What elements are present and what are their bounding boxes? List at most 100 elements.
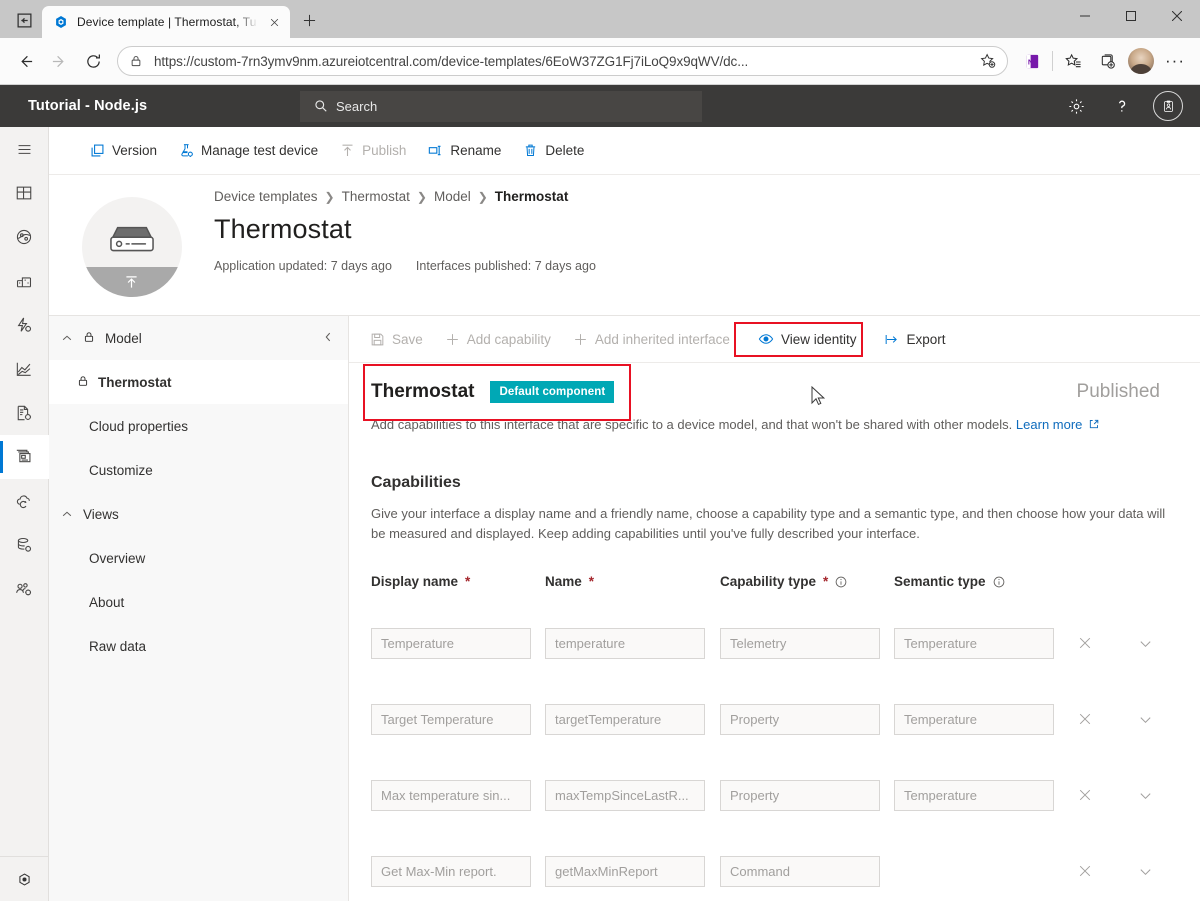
settings-more-icon[interactable]: ··· <box>1158 44 1192 78</box>
default-component-badge: Default component <box>490 381 614 403</box>
capability-type-field[interactable]: Property <box>720 780 880 811</box>
browser-tab[interactable]: Device template | Thermostat, Tu <box>42 6 290 38</box>
sidebar-item-customize-label: Customize <box>89 463 153 478</box>
chevron-down-icon <box>1138 788 1153 803</box>
sidebar-item-thermostat[interactable]: Thermostat <box>49 360 348 404</box>
capabilities-heading: Capabilities <box>371 474 1176 492</box>
device-templates-icon[interactable] <box>0 435 49 479</box>
close-icon <box>1078 712 1092 726</box>
sidebar-group-model[interactable]: Model <box>49 316 348 360</box>
search-input[interactable]: Search <box>300 91 702 122</box>
browser-tab-title: Device template | Thermostat, Tu <box>77 15 258 29</box>
manage-test-device-button[interactable]: Manage test device <box>168 134 329 168</box>
delete-row-button[interactable] <box>1054 636 1115 650</box>
profile-avatar[interactable] <box>1124 44 1158 78</box>
delete-row-button[interactable] <box>1054 864 1115 878</box>
tab-list-button[interactable] <box>6 5 42 35</box>
sidebar-group-views[interactable]: Views <box>49 492 348 536</box>
device-groups-icon[interactable] <box>0 259 49 303</box>
expand-row-button[interactable] <box>1115 864 1176 879</box>
delete-row-button[interactable] <box>1054 788 1115 802</box>
expand-row-button[interactable] <box>1115 788 1176 803</box>
delete-button[interactable]: Delete <box>512 134 595 168</box>
name-field[interactable]: maxTempSinceLastR... <box>545 780 705 811</box>
info-icon[interactable] <box>993 576 1005 588</box>
plus-icon <box>445 332 460 347</box>
add-favorite-icon[interactable] <box>975 48 1001 74</box>
users-admin-icon[interactable] <box>0 567 49 611</box>
close-icon[interactable] <box>1154 0 1200 32</box>
device-thumbnail[interactable] <box>49 189 214 297</box>
semantic-type-field[interactable]: Temperature <box>894 780 1054 811</box>
jobs-icon[interactable] <box>0 391 49 435</box>
breadcrumb-item-device-templates[interactable]: Device templates <box>214 189 318 204</box>
dashboard-icon[interactable] <box>0 171 49 215</box>
sidebar-item-about-label: About <box>89 595 124 610</box>
name-field[interactable]: targetTemperature <box>545 704 705 735</box>
breadcrumb-item-model[interactable]: Model <box>434 189 471 204</box>
column-header-capability-type: Capability type * <box>720 574 880 589</box>
display-name-field[interactable]: Max temperature sin... <box>371 780 531 811</box>
version-button[interactable]: Version <box>79 134 168 168</box>
close-icon <box>1078 864 1092 878</box>
sidebar-item-cloud-properties[interactable]: Cloud properties <box>49 404 348 448</box>
devices-icon[interactable] <box>0 215 49 259</box>
account-avatar-icon[interactable] <box>1148 85 1188 127</box>
sidebar-item-raw-data[interactable]: Raw data <box>49 624 348 668</box>
publish-status: Published <box>1077 381 1176 403</box>
help-icon[interactable] <box>1102 85 1142 127</box>
capability-type-field[interactable]: Command <box>720 856 880 887</box>
learn-more-link[interactable]: Learn more <box>1016 417 1082 432</box>
semantic-type-field[interactable]: Temperature <box>894 628 1054 659</box>
breadcrumb: Device templates ❯ Thermostat ❯ Model ❯ … <box>214 189 596 204</box>
capability-type-field[interactable]: Telemetry <box>720 628 880 659</box>
name-field[interactable]: getMaxMinReport <box>545 856 705 887</box>
hamburger-icon[interactable] <box>0 127 49 171</box>
manage-test-device-label: Manage test device <box>201 143 318 158</box>
database-icon[interactable] <box>0 523 49 567</box>
sidebar-item-overview[interactable]: Overview <box>49 536 348 580</box>
display-name-field[interactable]: Get Max-Min report. <box>371 856 531 887</box>
address-bar[interactable]: https://custom-7rn3ymv9nm.azureiotcentra… <box>117 46 1008 76</box>
maximize-icon[interactable] <box>1108 0 1154 32</box>
azure-iot-central-hex-icon[interactable] <box>0 857 49 901</box>
sidebar-item-customize[interactable]: Customize <box>49 448 348 492</box>
required-asterisk: * <box>823 574 828 589</box>
cloud-export-icon[interactable] <box>0 479 49 523</box>
capability-type-field[interactable]: Property <box>720 704 880 735</box>
add-capability-button: Add capability <box>434 322 562 356</box>
breadcrumb-item-thermostat[interactable]: Thermostat <box>342 189 410 204</box>
thumbnail-upload-band[interactable] <box>82 267 182 297</box>
view-identity-label: View identity <box>781 332 857 347</box>
app-body: Version Manage test device <box>0 127 1200 901</box>
semantic-type-field[interactable]: Temperature <box>894 704 1054 735</box>
display-name-field[interactable]: Target Temperature <box>371 704 531 735</box>
export-button[interactable]: Export <box>873 322 956 356</box>
onenote-icon[interactable]: N <box>1015 44 1049 78</box>
new-tab-button[interactable] <box>294 5 324 35</box>
add-to-collections-icon[interactable] <box>1090 44 1124 78</box>
expand-row-button[interactable] <box>1115 636 1176 651</box>
info-icon[interactable] <box>835 576 847 588</box>
display-name-field[interactable]: Temperature <box>371 628 531 659</box>
delete-row-button[interactable] <box>1054 712 1115 726</box>
close-tab-icon[interactable] <box>266 14 282 30</box>
rules-icon[interactable] <box>0 303 49 347</box>
delete-label: Delete <box>545 143 584 158</box>
favorites-icon[interactable] <box>1056 44 1090 78</box>
expand-row-button[interactable] <box>1115 712 1176 727</box>
name-field[interactable]: temperature <box>545 628 705 659</box>
toolbar-divider <box>1052 51 1053 71</box>
rename-button[interactable]: Rename <box>417 134 512 168</box>
view-identity-button[interactable]: View identity <box>747 322 868 356</box>
sidebar-item-about[interactable]: About <box>49 580 348 624</box>
gear-icon[interactable] <box>1056 85 1096 127</box>
collapse-panel-icon[interactable] <box>322 331 334 346</box>
back-icon[interactable] <box>8 44 42 78</box>
app-brand: Tutorial - Node.js <box>0 98 300 114</box>
minimize-icon[interactable] <box>1062 0 1108 32</box>
refresh-icon[interactable] <box>76 44 110 78</box>
analytics-icon[interactable] <box>0 347 49 391</box>
lock-icon <box>83 331 95 346</box>
browser-titlebar: Device template | Thermostat, Tu <box>0 0 1200 38</box>
